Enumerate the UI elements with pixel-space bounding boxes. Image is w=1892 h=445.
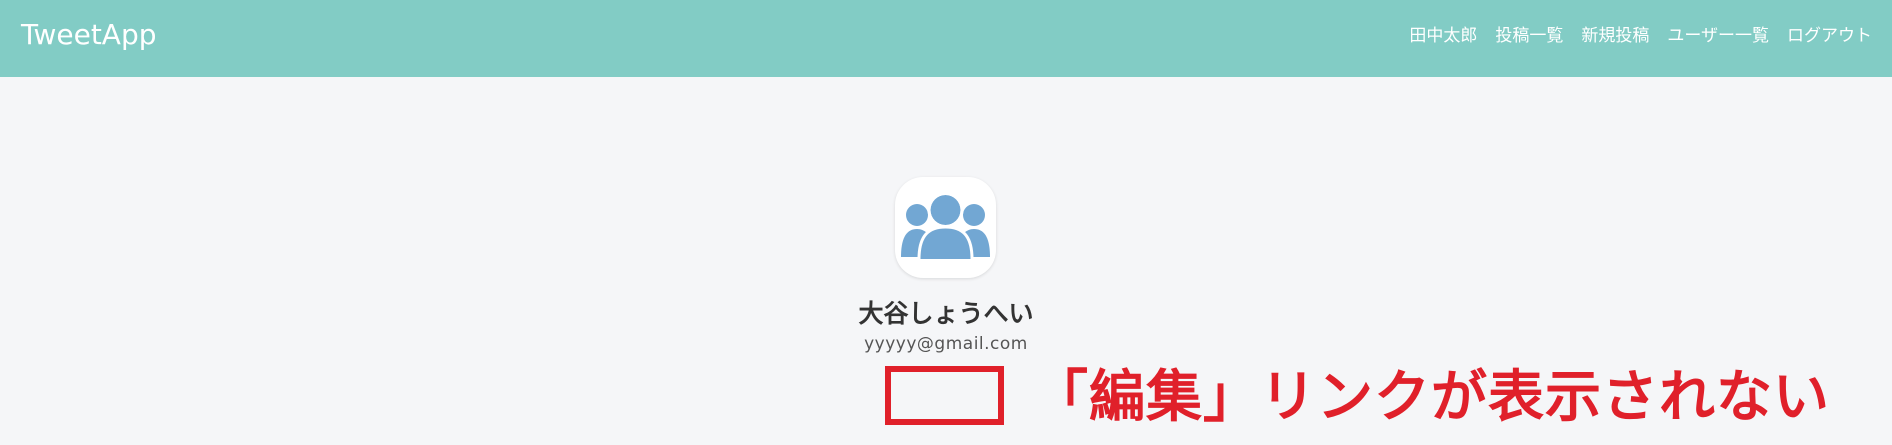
user-profile: 大谷しょうへい yyyyy@gmail.com 「編集」リンクが表示されない [0, 0, 1892, 445]
profile-user-email: yyyyy@gmail.com [864, 334, 1028, 354]
profile-user-name: 大谷しょうへい [858, 299, 1034, 328]
users-group-icon [901, 192, 990, 260]
avatar [895, 177, 996, 278]
missing-edit-link-highlight [885, 366, 1004, 425]
annotation-caption: 「編集」リンクが表示されない [1032, 365, 1830, 430]
